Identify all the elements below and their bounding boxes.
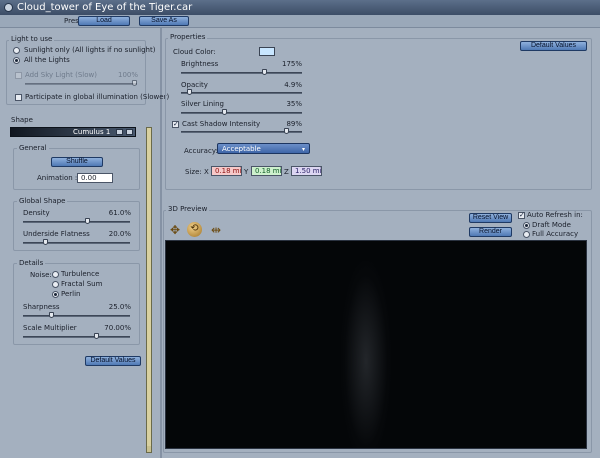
details-title: Details [17,259,46,268]
shape-scrollbar[interactable] [146,127,152,453]
general-group-title: General [17,144,49,153]
silver-lining-label: Silver Lining [181,100,224,108]
window-title-bar: Cloud_tower of Eye of the Tiger.car [0,0,600,15]
global-illumination-checkbox[interactable] [15,94,22,101]
sunlight-only-label: Sunlight only (All lights if no sunlight… [24,46,156,54]
silver-lining-slider-knob[interactable] [221,109,227,115]
auto-refresh-label: Auto Refresh in: [527,211,583,219]
density-label: Density [23,209,50,217]
preview-viewport[interactable] [165,240,587,449]
cast-shadow-checkbox[interactable]: ✓ [172,121,179,128]
sharpness-label: Sharpness [23,303,60,311]
global-shape-title: Global Shape [17,197,68,206]
noise-fractal-sum-radio[interactable] [52,281,59,288]
shape-menu-icon[interactable] [116,129,123,135]
size-y-field[interactable]: 0.18 mi [251,166,282,176]
save-as-button[interactable]: Save As [139,16,189,26]
cloud-render [341,261,391,448]
preview-title: 3D Preview [166,205,210,214]
cast-shadow-check-mark: ✓ [173,120,179,128]
cloud-color-swatch[interactable] [259,47,275,56]
flatness-value: 20.0% [108,230,131,238]
preset-bar: Preset: Load Save As [0,15,600,28]
sky-light-label: Add Sky Light (Slow) [25,71,97,79]
full-accuracy-radio[interactable] [523,231,530,238]
brightness-slider-track[interactable] [181,72,302,74]
cast-shadow-label: Cast Shadow Intensity [182,120,261,128]
flatness-label: Underside Flatness [23,230,90,238]
auto-refresh-checkbox[interactable]: ✓ [518,212,525,219]
noise-turbulence-radio[interactable] [52,271,59,278]
sharpness-slider-knob[interactable] [48,312,54,318]
sharpness-value: 25.0% [108,303,131,311]
opacity-label: Opacity [181,81,208,89]
window-title: Cloud_tower of Eye of the Tiger.car [17,2,193,13]
reset-view-button[interactable]: Reset View [469,213,512,223]
shape-title: Shape [9,116,35,125]
noise-turbulence-label: Turbulence [61,270,100,278]
noise-label: Noise: [30,271,52,279]
full-accuracy-label: Full Accuracy [532,230,579,238]
cloud-color-label: Cloud Color: [173,48,216,56]
silver-lining-slider-track[interactable] [181,112,302,114]
move-icon[interactable]: ✥ [168,223,182,237]
animation-label: Animation : [37,174,78,182]
size-label: Size: [185,168,202,176]
density-slider-track[interactable] [23,221,130,223]
properties-title: Properties [168,33,208,42]
properties-default-values-button[interactable]: Default Values [520,41,587,51]
cast-shadow-value: 89% [286,120,302,128]
size-z-field[interactable]: 1.50 mi [291,166,322,176]
general-group [13,148,140,190]
all-lights-radio[interactable] [13,57,20,64]
auto-refresh-check-mark: ✓ [519,211,525,219]
shape-selector[interactable]: Cumulus 1 [10,127,136,137]
size-x-label: X [204,168,209,176]
brightness-value: 175% [281,60,302,68]
shape-name: Cumulus 1 [73,128,111,136]
noise-fractal-sum-label: Fractal Sum [61,280,103,288]
all-lights-label: All the Lights [24,56,70,64]
flatness-slider-track[interactable] [23,242,130,244]
accuracy-value: Acceptable [222,145,261,153]
window-close-icon[interactable] [4,3,13,12]
sharpness-slider-track[interactable] [23,315,130,317]
noise-perlin-label: Perlin [61,290,81,298]
opacity-value: 4.9% [284,81,302,89]
opacity-slider-track[interactable] [181,92,302,94]
size-y-label: Y [244,168,249,176]
accuracy-label: Accuracy: [184,147,218,155]
zoom-icon[interactable]: ⇹ [209,223,223,237]
chevron-down-icon: ▾ [302,146,306,153]
scale-multiplier-value: 70.00% [104,324,131,332]
density-value: 61.0% [108,209,131,217]
rotate-icon[interactable]: ⟲ [187,222,202,237]
animation-field[interactable]: 0.00 [77,173,113,183]
sky-light-value: 100% [117,71,138,79]
light-group-title: Light to use [9,35,55,44]
scale-multiplier-label: Scale Multiplier [23,324,77,332]
noise-perlin-radio[interactable] [52,291,59,298]
sky-light-slider-track[interactable] [25,83,137,85]
render-button[interactable]: Render [469,227,512,237]
shape-scrollbar-thumb[interactable] [147,128,151,446]
accuracy-dropdown[interactable]: Acceptable ▾ [217,143,310,154]
scale-multiplier-slider-track[interactable] [23,336,130,338]
shape-close-icon[interactable] [126,129,133,135]
sky-light-slider-knob[interactable] [132,80,137,86]
sky-light-checkbox[interactable] [15,72,22,79]
draft-mode-radio[interactable] [523,222,530,229]
load-button[interactable]: Load [78,16,130,26]
global-illumination-label: Participate in global illumination (Slow… [25,93,170,101]
draft-mode-label: Draft Mode [532,221,571,229]
brightness-label: Brightness [181,60,219,68]
silver-lining-value: 35% [286,100,302,108]
size-z-label: Z [284,168,289,176]
size-x-field[interactable]: 0.18 mi [211,166,242,176]
shuffle-button[interactable]: Shuffle [51,157,103,167]
sunlight-only-radio[interactable] [13,47,20,54]
shape-default-values-button[interactable]: Default Values [85,356,141,366]
opacity-slider-knob[interactable] [186,89,192,95]
